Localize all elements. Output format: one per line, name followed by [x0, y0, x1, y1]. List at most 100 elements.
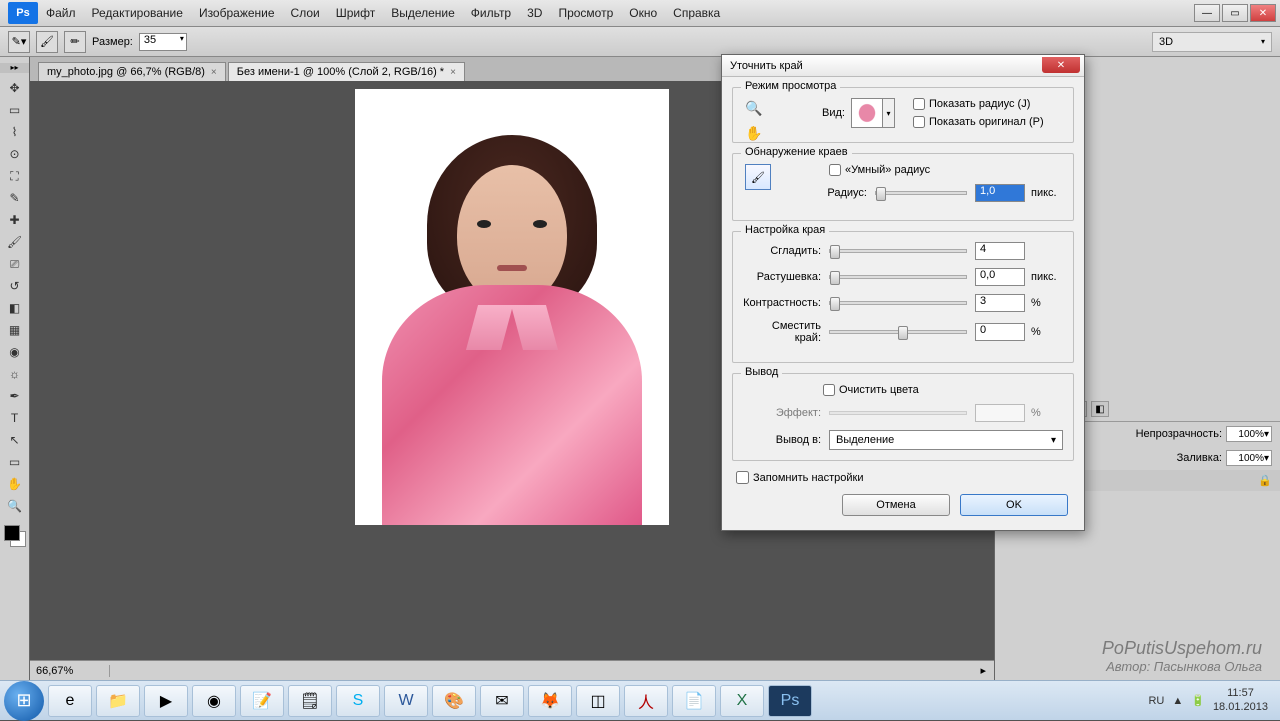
brush-tool-icon[interactable]: 🖌: [4, 232, 26, 252]
task-ie-icon[interactable]: e: [48, 685, 92, 717]
menu-3d[interactable]: 3D: [527, 6, 542, 20]
task-photoshop-icon[interactable]: Ps: [768, 685, 812, 717]
close-icon[interactable]: ×: [450, 67, 456, 78]
task-reader-icon[interactable]: 人: [624, 685, 668, 717]
toolbar-expand[interactable]: ▸▸: [0, 63, 29, 73]
eraser-tool-icon[interactable]: ◧: [4, 298, 26, 318]
tray-lang[interactable]: RU: [1148, 695, 1164, 707]
quick-select-tool-icon[interactable]: ⊙: [4, 144, 26, 164]
cleanse-colors-checkbox[interactable]: Очистить цвета: [823, 384, 1063, 396]
zoom-tool-icon[interactable]: 🔍: [4, 496, 26, 516]
document-tab[interactable]: my_photo.jpg @ 66,7% (RGB/8)×: [38, 62, 226, 81]
menu-select[interactable]: Выделение: [391, 6, 455, 20]
menu-filter[interactable]: Фильтр: [471, 6, 511, 20]
dialog-title[interactable]: Уточнить край: [722, 55, 1084, 77]
cancel-button[interactable]: Отмена: [842, 494, 950, 516]
remember-settings-checkbox[interactable]: Запомнить настройки: [736, 471, 1074, 484]
workspace-3d-dropdown[interactable]: 3D▾: [1152, 32, 1272, 52]
brush-tool-icon[interactable]: ✎▾: [8, 31, 30, 53]
view-thumbnail[interactable]: [851, 98, 883, 128]
eyedropper-tool-icon[interactable]: ✎: [4, 188, 26, 208]
task-chrome-icon[interactable]: ◉: [192, 685, 236, 717]
shape-tool-icon[interactable]: ▭: [4, 452, 26, 472]
smart-layer-icon[interactable]: ◧: [1091, 401, 1109, 417]
task-firefox-icon[interactable]: 🦊: [528, 685, 572, 717]
fill-input[interactable]: 100%▾: [1226, 450, 1272, 466]
smooth-slider[interactable]: [829, 249, 967, 253]
lock-icon[interactable]: 🔒: [1258, 474, 1272, 487]
hand-tool-icon[interactable]: ✋: [4, 474, 26, 494]
marquee-tool-icon[interactable]: ▭: [4, 100, 26, 120]
menu-view[interactable]: Просмотр: [558, 6, 613, 20]
pen-tool-icon[interactable]: ✒: [4, 386, 26, 406]
minimize-button[interactable]: —: [1194, 4, 1220, 22]
close-icon[interactable]: ×: [211, 67, 217, 78]
tray-clock[interactable]: 11:57 18.01.2013: [1213, 687, 1268, 713]
feather-slider[interactable]: [829, 275, 967, 279]
opacity-input[interactable]: 100%▾: [1226, 426, 1272, 442]
radius-input[interactable]: 1,0: [975, 184, 1025, 202]
radius-unit: пикс.: [1031, 187, 1063, 199]
menu-window[interactable]: Окно: [629, 6, 657, 20]
healing-tool-icon[interactable]: ✚: [4, 210, 26, 230]
task-explorer-icon[interactable]: 📁: [96, 685, 140, 717]
menu-file[interactable]: Файл: [46, 6, 76, 20]
hand-icon[interactable]: ✋: [745, 125, 762, 142]
task-word-icon[interactable]: W: [384, 685, 428, 717]
menu-image[interactable]: Изображение: [199, 6, 275, 20]
task-app1-icon[interactable]: ◫: [576, 685, 620, 717]
maximize-button[interactable]: ▭: [1222, 4, 1248, 22]
document-canvas[interactable]: [355, 89, 669, 525]
feather-input[interactable]: 0,0: [975, 268, 1025, 286]
menu-type[interactable]: Шрифт: [336, 6, 375, 20]
refine-brush-icon[interactable]: 🖌: [36, 31, 58, 53]
task-notes-icon[interactable]: 🗒: [288, 685, 332, 717]
stamp-tool-icon[interactable]: ⎚: [4, 254, 26, 274]
contrast-slider[interactable]: [829, 301, 967, 305]
smooth-input[interactable]: 4: [975, 242, 1025, 260]
color-swatches[interactable]: [0, 523, 29, 553]
gradient-tool-icon[interactable]: ▦: [4, 320, 26, 340]
task-mail-icon[interactable]: ✉: [480, 685, 524, 717]
dodge-tool-icon[interactable]: ☼: [4, 364, 26, 384]
lasso-tool-icon[interactable]: ⌇: [4, 122, 26, 142]
ok-button[interactable]: OK: [960, 494, 1068, 516]
menu-layers[interactable]: Слои: [291, 6, 320, 20]
menu-help[interactable]: Справка: [673, 6, 720, 20]
move-tool-icon[interactable]: ✥: [4, 78, 26, 98]
contrast-input[interactable]: 3: [975, 294, 1025, 312]
show-original-checkbox[interactable]: Показать оригинал (P): [913, 116, 1044, 128]
shift-input[interactable]: 0: [975, 323, 1025, 341]
type-tool-icon[interactable]: T: [4, 408, 26, 428]
view-dropdown[interactable]: ▾: [883, 98, 895, 128]
shift-slider[interactable]: [829, 330, 967, 334]
menu-edit[interactable]: Редактирование: [92, 6, 183, 20]
zoom-level[interactable]: 66,67%: [30, 665, 110, 677]
task-excel-icon[interactable]: X: [720, 685, 764, 717]
dialog-close-button[interactable]: ✕: [1042, 57, 1080, 73]
refine-radius-tool[interactable]: 🖌: [745, 164, 771, 190]
hscroll-arrow[interactable]: ▸: [110, 664, 994, 677]
task-paint-icon[interactable]: 🎨: [432, 685, 476, 717]
show-radius-checkbox[interactable]: Показать радиус (J): [913, 98, 1044, 110]
brush-size-input[interactable]: 35▾: [139, 33, 187, 51]
task-wordpad-icon[interactable]: 📝: [240, 685, 284, 717]
task-skype-icon[interactable]: S: [336, 685, 380, 717]
history-brush-icon[interactable]: ↺: [4, 276, 26, 296]
output-to-select[interactable]: Выделение: [829, 430, 1063, 450]
radius-slider[interactable]: [875, 191, 967, 195]
zoom-icon[interactable]: 🔍: [745, 100, 762, 117]
blur-tool-icon[interactable]: ◉: [4, 342, 26, 362]
start-button[interactable]: ⊞: [4, 681, 44, 721]
path-select-icon[interactable]: ↖: [4, 430, 26, 450]
task-media-icon[interactable]: ▶: [144, 685, 188, 717]
tray-flag-icon[interactable]: ▲: [1172, 695, 1183, 707]
document-tab[interactable]: Без имени-1 @ 100% (Слой 2, RGB/16) *×: [228, 62, 465, 81]
erase-brush-icon[interactable]: ✏: [64, 31, 86, 53]
crop-tool-icon[interactable]: ⛶: [4, 166, 26, 186]
close-button[interactable]: ✕: [1250, 4, 1276, 22]
tray-battery-icon[interactable]: 🔋: [1191, 694, 1205, 707]
foreground-color-swatch[interactable]: [4, 525, 20, 541]
smart-radius-checkbox[interactable]: «Умный» радиус: [829, 164, 1063, 176]
task-doc-icon[interactable]: 📄: [672, 685, 716, 717]
